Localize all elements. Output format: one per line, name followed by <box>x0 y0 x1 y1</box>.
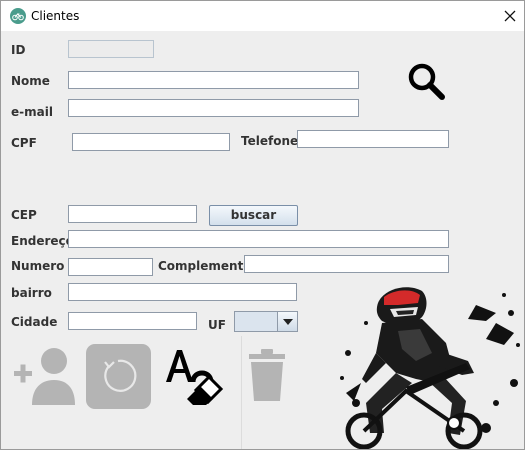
search-icon[interactable] <box>405 60 447 102</box>
cidade-field[interactable] <box>68 312 197 330</box>
bairro-field[interactable] <box>68 283 297 301</box>
complemento-field[interactable] <box>244 255 449 273</box>
refresh-icon[interactable] <box>86 344 151 409</box>
numero-field[interactable] <box>68 258 153 276</box>
buscar-button[interactable]: buscar <box>209 205 298 226</box>
window-title: Clientes <box>31 9 80 23</box>
title-bar: Clientes <box>1 1 524 31</box>
endereco-label: Endereço <box>11 234 74 248</box>
cep-field[interactable] <box>68 205 197 223</box>
nome-field[interactable] <box>68 71 359 89</box>
eraser-icon[interactable] <box>163 344 225 406</box>
bicycle-icon <box>10 8 26 24</box>
chevron-down-icon[interactable] <box>277 312 297 331</box>
add-user-icon[interactable] <box>12 345 76 407</box>
id-label: ID <box>11 43 26 57</box>
email-field[interactable] <box>68 99 359 117</box>
endereco-field[interactable] <box>68 230 449 248</box>
bairro-label: bairro <box>11 286 52 300</box>
telefone-label: Telefone <box>241 134 299 148</box>
telefone-field[interactable] <box>297 130 449 148</box>
close-icon[interactable] <box>501 7 519 25</box>
uf-label: UF <box>208 318 226 332</box>
cpf-label: CPF <box>11 136 37 150</box>
uf-select[interactable] <box>234 311 298 332</box>
cep-label: CEP <box>11 208 37 222</box>
mountain-biker-illustration <box>340 287 520 449</box>
clientes-window: Clientes ID Nome e-mail CPF Telefone CEP… <box>0 0 525 450</box>
email-label: e-mail <box>11 105 53 119</box>
complemento-label: Complemento <box>158 259 252 273</box>
nome-label: Nome <box>11 74 50 88</box>
id-field <box>68 40 154 58</box>
uf-selected-value <box>235 312 278 331</box>
cpf-field[interactable] <box>72 133 230 151</box>
toolbar-divider <box>241 336 242 449</box>
trash-icon[interactable] <box>247 349 287 403</box>
cidade-label: Cidade <box>11 315 58 329</box>
numero-label: Numero <box>11 259 65 273</box>
